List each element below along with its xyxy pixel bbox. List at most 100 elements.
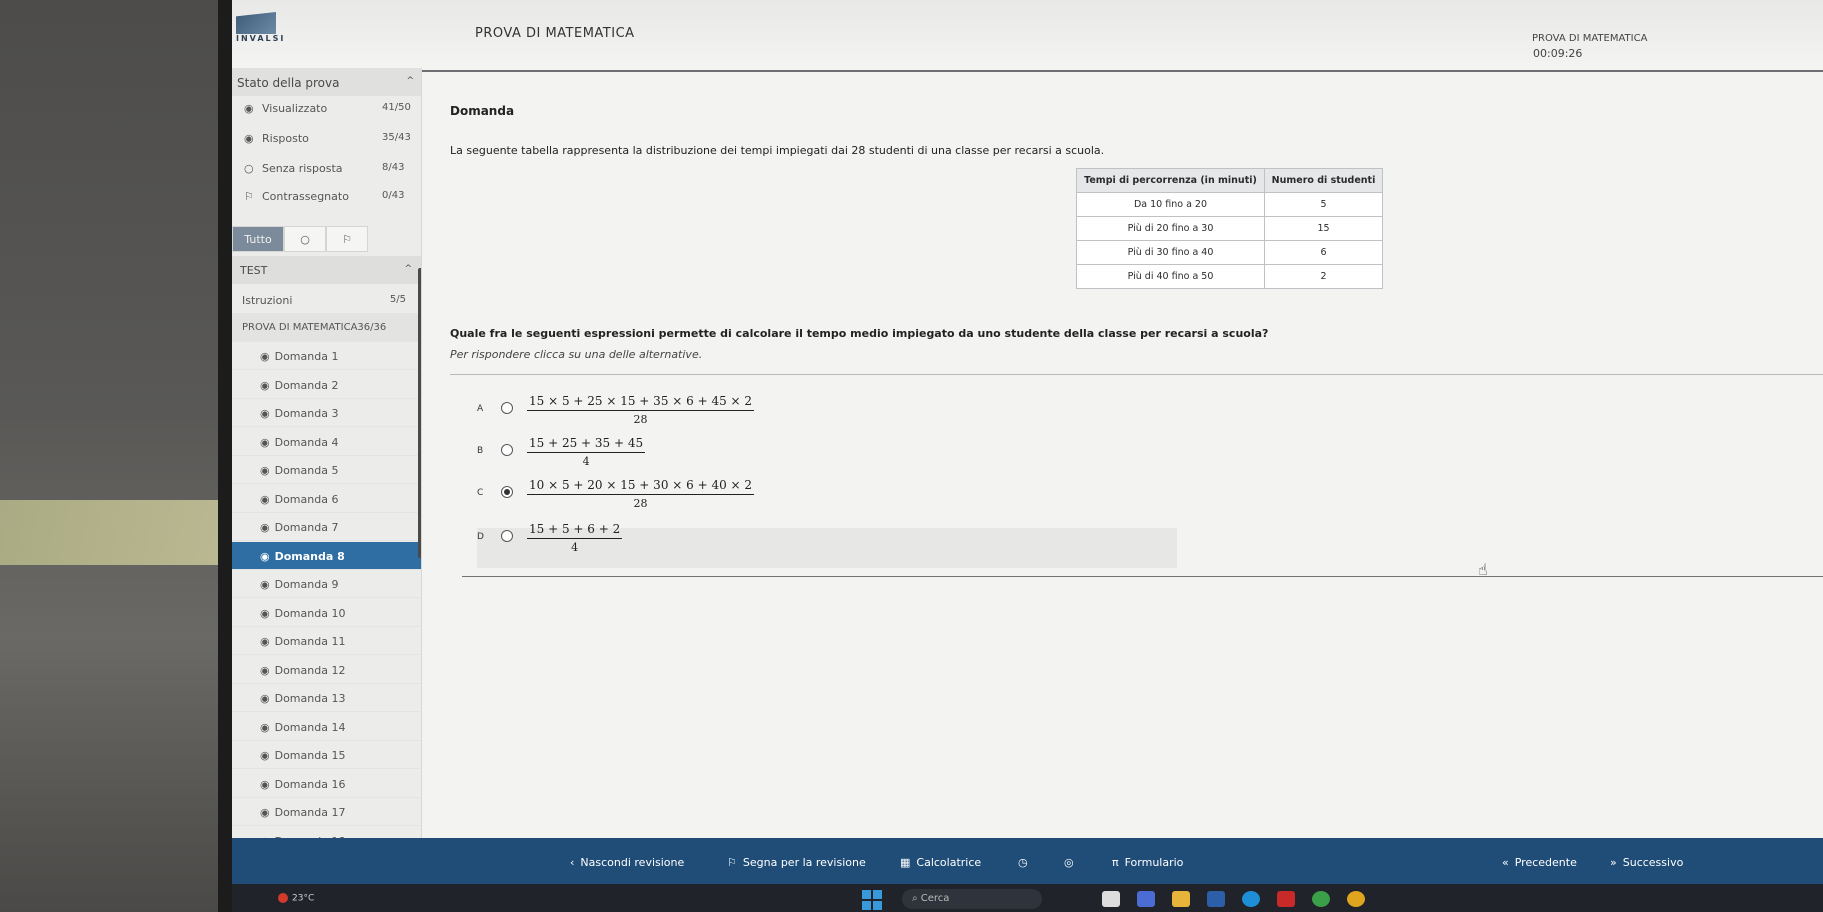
question-nav-item[interactable]: ◉ Domanda 1 (232, 342, 421, 370)
question-nav-item[interactable]: ◉ Domanda 5 (232, 456, 421, 484)
legend-answered: ◉ Risposto 35/43 (232, 132, 421, 160)
radio-button[interactable] (501, 486, 513, 498)
question-nav-item[interactable]: ◉ Domanda 13 (232, 684, 421, 712)
exam-timer: 00:09:26 (1533, 47, 1583, 60)
tool-button-1[interactable]: ◷ (1018, 856, 1028, 869)
formulas-label: Formulario (1124, 856, 1184, 869)
fraction-denominator: 28 (633, 413, 648, 426)
sidebar: Stato della prova ^ ◉ Visualizzato 41/50… (232, 68, 422, 856)
radio-button[interactable] (501, 402, 513, 414)
question-nav-label: Domanda 4 (274, 435, 339, 449)
app-icon[interactable] (1137, 891, 1155, 907)
previous-label: Precedente (1514, 856, 1577, 869)
eye-icon: ◉ (244, 102, 254, 115)
question-nav-label: Domanda 11 (274, 635, 346, 648)
option-letter: D (477, 532, 484, 542)
question-nav-item[interactable]: ◉ Domanda 15 (232, 741, 421, 769)
hide-review-label: Nascondi revisione (580, 856, 685, 869)
radio-checked-icon: ◉ (260, 378, 270, 392)
next-button[interactable]: » Successivo (1610, 856, 1683, 869)
question-nav-item[interactable]: ◉ Domanda 10 (232, 599, 421, 627)
option-b[interactable]: B 15 + 25 + 35 + 45 4 (477, 436, 1177, 482)
store-icon[interactable] (1207, 891, 1225, 907)
filter-flagged-button[interactable]: ⚐ (326, 226, 368, 252)
start-button[interactable] (862, 890, 882, 910)
question-nav-item[interactable]: ◉ Domanda 16 (232, 770, 421, 798)
question-nav-item[interactable]: ◉ Domanda 2 (232, 371, 421, 399)
table-cell: 15 (1264, 216, 1383, 241)
calculator-button[interactable]: ▦ Calcolatrice (900, 856, 981, 869)
weather-widget[interactable]: 23°C (278, 893, 314, 904)
question-nav-item[interactable]: ◉ Domanda 11 (232, 627, 421, 655)
monitor-bezel (218, 0, 232, 912)
question-nav-item[interactable]: ◉ Domanda 17 (232, 798, 421, 826)
flag-icon: ⚐ (342, 233, 352, 246)
question-nav-label: Domanda 9 (274, 578, 339, 591)
hide-review-button[interactable]: ‹ Nascondi revisione (570, 856, 684, 869)
chevron-up-icon[interactable]: ^ (406, 76, 414, 86)
radio-checked-icon: ◉ (260, 720, 270, 734)
status-panel-header[interactable]: Stato della prova ^ (232, 68, 421, 96)
option-a[interactable]: A 15 × 5 + 25 × 15 + 35 × 6 + 45 × 2 28 (477, 394, 1177, 440)
fraction-numerator: 10 × 5 + 20 × 15 + 30 × 6 + 40 × 2 (527, 478, 755, 495)
filter-all-button[interactable]: Tutto (232, 226, 284, 252)
chrome-canary-icon[interactable] (1347, 891, 1365, 907)
logo-text: INVALSI (236, 34, 286, 43)
question-text: La seguente tabella rappresenta la distr… (450, 144, 1105, 157)
divider (462, 576, 1823, 577)
weather-temp: 23°C (292, 893, 315, 904)
question-nav-item[interactable]: ◉ Domanda 8 (232, 541, 421, 570)
fraction-numerator: 15 + 25 + 35 + 45 (527, 436, 646, 453)
radio-button[interactable] (501, 444, 513, 456)
file-explorer-icon[interactable] (1172, 891, 1190, 907)
app-l-icon[interactable] (1277, 891, 1295, 907)
question-nav-item[interactable]: ◉ Domanda 14 (232, 713, 421, 741)
pi-icon: π (1112, 856, 1119, 869)
question-nav-item[interactable]: ◉ Domanda 7 (232, 513, 421, 541)
formulas-button[interactable]: π Formulario (1112, 856, 1183, 869)
question-nav-label: Domanda 6 (274, 492, 339, 506)
test-section-header[interactable]: TEST ^ (232, 256, 421, 284)
flag-review-button[interactable]: ⚐ Segna per la revisione (727, 856, 866, 869)
os-taskbar: 23°C ⌕ Cerca (232, 884, 1823, 912)
table-header: Tempi di percorrenza (in minuti) (1076, 168, 1265, 193)
option-expression: 15 + 5 + 6 + 2 4 (527, 522, 623, 554)
legend-count: 8/43 (382, 162, 405, 173)
question-nav-item[interactable]: ◉ Domanda 9 (232, 570, 421, 598)
table-row: Più di 40 fino a 50 2 (1076, 264, 1383, 289)
question-nav-item[interactable]: ◉ Domanda 6 (232, 485, 421, 513)
option-d[interactable]: D 15 + 5 + 6 + 2 4 (477, 522, 1177, 568)
question-nav-label: Domanda 16 (274, 777, 346, 791)
table-row: Da 10 fino a 20 5 (1076, 192, 1383, 217)
option-letter: C (477, 488, 484, 498)
radio-button[interactable] (501, 530, 513, 542)
legend-count: 0/43 (382, 190, 405, 201)
task-view-icon[interactable] (1102, 891, 1120, 907)
instructions-item[interactable]: Istruzioni 5/5 (232, 286, 421, 314)
chevron-up-icon[interactable]: ^ (404, 264, 412, 274)
question-nav-label: Domanda 8 (274, 549, 345, 563)
chrome-icon[interactable] (1312, 891, 1330, 907)
tool-button-2[interactable]: ◎ (1064, 856, 1074, 869)
table-cell: Più di 40 fino a 50 (1076, 264, 1265, 289)
radio-checked-icon: ◉ (260, 692, 270, 705)
table-header: Numero di studenti (1264, 168, 1383, 193)
edge-icon[interactable] (1242, 891, 1260, 907)
data-table: Tempi di percorrenza (in minuti) Numero … (1076, 168, 1383, 289)
question-nav-item[interactable]: ◉ Domanda 12 (232, 656, 421, 684)
logo-mark (236, 12, 276, 34)
option-c[interactable]: C 10 × 5 + 20 × 15 + 30 × 6 + 40 × 2 28 (477, 478, 1177, 524)
option-letter: B (477, 446, 484, 456)
filter-unanswered-button[interactable]: ○ (284, 226, 326, 252)
math-section-item[interactable]: PROVA DI MATEMATICA36/36 (232, 314, 421, 342)
previous-button[interactable]: « Precedente (1502, 856, 1577, 869)
divider (450, 374, 1823, 375)
question-nav-item[interactable]: ◉ Domanda 4 (232, 428, 421, 456)
question-nav-item[interactable]: ◉ Domanda 3 (232, 399, 421, 427)
table-cell: Da 10 fino a 20 (1076, 192, 1265, 217)
radio-checked-icon: ◉ (260, 549, 270, 563)
taskbar-search[interactable]: ⌕ Cerca (902, 889, 1042, 909)
radio-checked-icon: ◉ (260, 435, 270, 449)
invalsi-logo: INVALSI (236, 12, 288, 43)
bottom-toolbar: ‹ Nascondi revisione ⚐ Segna per la revisi… (232, 838, 1823, 890)
